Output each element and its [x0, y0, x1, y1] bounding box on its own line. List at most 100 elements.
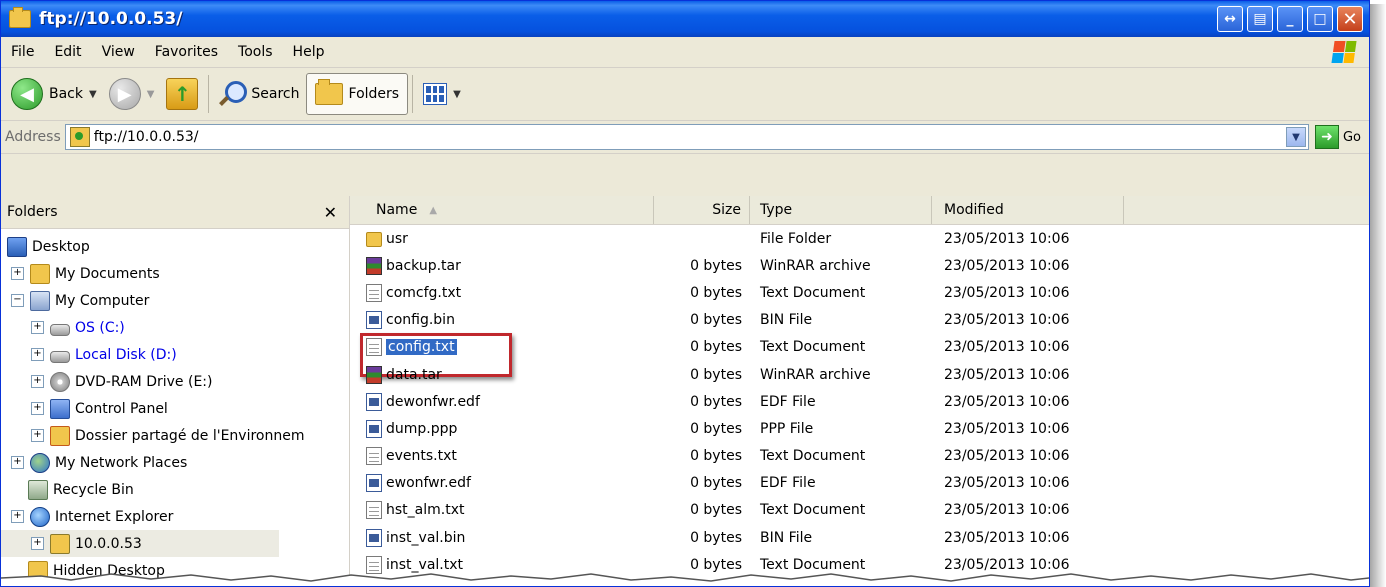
- tree-item-shared-folder[interactable]: + Dossier partagé de l'Environnem: [1, 422, 349, 449]
- file-row[interactable]: backup.tar 0 bytes WinRAR archive 23/05/201…: [350, 252, 1369, 279]
- tree-item-label: Recycle Bin: [53, 481, 134, 498]
- expand-icon[interactable]: +: [31, 321, 44, 334]
- tree-item-hidden-desktop[interactable]: Hidden Desktop: [1, 557, 349, 584]
- tree-item-label: My Network Places: [55, 454, 188, 471]
- ftp-site-icon: [50, 533, 70, 554]
- tree-item-my-computer[interactable]: − My Computer: [1, 287, 349, 314]
- column-label: Modified: [944, 202, 1004, 218]
- views-dropdown-icon[interactable]: ▼: [453, 89, 461, 100]
- menu-favorites[interactable]: Favorites: [145, 44, 228, 60]
- go-button[interactable]: ➜ Go: [1314, 125, 1361, 149]
- menu-file[interactable]: File: [1, 44, 44, 60]
- expand-icon[interactable]: +: [31, 348, 44, 361]
- file-row[interactable]: config.txt 0 bytes Text Document 23/05/2013…: [350, 333, 1369, 378]
- file-name: events.txt: [386, 448, 457, 465]
- tree-item-internet-explorer[interactable]: + Internet Explorer: [1, 503, 349, 530]
- tree-item-os-c[interactable]: + OS (C:): [1, 314, 349, 341]
- expand-icon[interactable]: +: [11, 456, 24, 469]
- bin-file-icon: [366, 528, 382, 547]
- search-button[interactable]: Search: [213, 73, 305, 115]
- go-label: Go: [1342, 129, 1361, 145]
- text-file-icon: [366, 283, 382, 302]
- toolbar-separator: [208, 75, 210, 113]
- maximize-button[interactable]: □: [1307, 6, 1333, 32]
- forward-dropdown-icon[interactable]: ▼: [147, 89, 155, 100]
- address-value: ftp://10.0.0.53/: [93, 129, 199, 145]
- address-dropdown-icon[interactable]: ▼: [1285, 127, 1306, 147]
- file-row[interactable]: config.bin 0 bytes BIN File 23/05/2013 10:0…: [350, 307, 1369, 334]
- tree-item-ftp-site[interactable]: + 10.0.0.53: [1, 530, 279, 557]
- file-name-cell: hst_alm.txt: [350, 501, 654, 520]
- file-row[interactable]: inst_val.bin 0 bytes BIN File 23/05/2013 10…: [350, 524, 1369, 551]
- menu-tools[interactable]: Tools: [228, 44, 283, 60]
- minimize-button[interactable]: _: [1277, 6, 1303, 32]
- expand-icon[interactable]: +: [31, 429, 44, 442]
- file-size: 0 bytes: [690, 284, 742, 301]
- file-row[interactable]: ewonfwr.edf 0 bytes EDF File 23/05/2013 10:…: [350, 470, 1369, 497]
- back-dropdown-icon[interactable]: ▼: [89, 89, 97, 100]
- up-folder-icon: ↑: [166, 78, 199, 110]
- expand-icon[interactable]: +: [11, 267, 24, 280]
- menu-edit[interactable]: Edit: [44, 44, 91, 60]
- tree-item-label: Local Disk (D:): [75, 346, 177, 363]
- column-header-name[interactable]: Name ▲: [350, 196, 654, 224]
- my-documents-icon: [30, 263, 50, 284]
- tree-item-dvd-ram-drive[interactable]: + DVD-RAM Drive (E:): [1, 368, 349, 395]
- folders-button[interactable]: Folders: [305, 73, 409, 115]
- tree-item-desktop[interactable]: Desktop: [1, 233, 349, 260]
- tree-item-local-disk-d[interactable]: + Local Disk (D:): [1, 341, 349, 368]
- menu-view[interactable]: View: [92, 44, 145, 60]
- file-row[interactable]: usr File Folder 23/05/2013 10:06: [350, 225, 1369, 252]
- file-size: 0 bytes: [690, 257, 742, 274]
- close-icon[interactable]: ✕: [324, 203, 337, 222]
- collapse-icon[interactable]: −: [11, 294, 24, 307]
- expand-icon[interactable]: +: [31, 537, 44, 550]
- file-modified: 23/05/2013 10:06: [944, 230, 1070, 247]
- up-button[interactable]: ↑: [160, 73, 204, 115]
- file-size: 0 bytes: [690, 475, 742, 492]
- file-name-cell: ewonfwr.edf: [350, 474, 654, 493]
- file-type: Text Document: [760, 502, 866, 519]
- menu-help[interactable]: Help: [283, 44, 335, 60]
- remote-button[interactable]: ↔: [1217, 6, 1243, 32]
- tree-item-label: OS (C:): [75, 319, 125, 336]
- title-bar[interactable]: ftp://10.0.0.53/ ↔ ▤ _ □ ✕: [1, 1, 1369, 37]
- file-row[interactable]: dewonfwr.edf 0 bytes EDF File 23/05/2013 10…: [350, 388, 1369, 415]
- column-label: Size: [712, 202, 741, 218]
- file-row[interactable]: data.tar 0 bytes WinRAR archive 23/05/2013 …: [350, 361, 1369, 388]
- file-modified: 23/05/2013 10:06: [944, 529, 1070, 546]
- address-input[interactable]: ftp://10.0.0.53/ ▼: [64, 124, 1309, 150]
- file-row[interactable]: comcfg.txt 0 bytes Text Document 23/05/2013…: [350, 279, 1369, 306]
- file-type: WinRAR archive: [760, 257, 871, 274]
- file-row[interactable]: dump.ppp 0 bytes PPP File 23/05/2013 10:06: [350, 415, 1369, 442]
- bin-file-icon: [366, 419, 382, 438]
- expand-icon[interactable]: +: [31, 402, 44, 415]
- column-header-size[interactable]: Size: [654, 196, 750, 224]
- internet-explorer-icon: [30, 506, 50, 527]
- close-button[interactable]: ✕: [1337, 6, 1363, 32]
- file-row[interactable]: inst_val.txt 0 bytes Text Document 23/05/20…: [350, 551, 1369, 578]
- expand-icon[interactable]: +: [11, 510, 24, 523]
- folders-label: Folders: [348, 86, 400, 102]
- file-size: 0 bytes: [690, 556, 742, 573]
- forward-button[interactable]: ▶ ▼: [103, 73, 161, 115]
- tree-item-control-panel[interactable]: + Control Panel: [1, 395, 349, 422]
- file-name: config.bin: [386, 312, 455, 329]
- file-row[interactable]: events.txt 0 bytes Text Document 23/05/2013…: [350, 443, 1369, 470]
- tree-item-my-network-places[interactable]: + My Network Places: [1, 449, 349, 476]
- expand-icon[interactable]: +: [31, 375, 44, 388]
- column-header-modified[interactable]: Modified: [932, 196, 1124, 224]
- explorer-window: ftp://10.0.0.53/ ↔ ▤ _ □ ✕ File Edit Vie…: [0, 0, 1370, 587]
- sort-ascending-icon: ▲: [429, 204, 438, 216]
- folders-pane-title: Folders: [7, 204, 58, 220]
- file-size: 0 bytes: [690, 502, 742, 519]
- file-row[interactable]: hst_alm.txt 0 bytes Text Document 23/05/201…: [350, 497, 1369, 524]
- tree-item-my-documents[interactable]: + My Documents: [1, 260, 349, 287]
- restore-toolbar-button[interactable]: ▤: [1247, 6, 1273, 32]
- tree-item-recycle-bin[interactable]: Recycle Bin: [1, 476, 349, 503]
- column-header-type[interactable]: Type: [750, 196, 932, 224]
- search-label: Search: [251, 86, 300, 102]
- views-button[interactable]: ▼: [417, 73, 467, 115]
- windows-logo-icon: [1331, 41, 1357, 63]
- back-button[interactable]: ◀ Back ▼: [5, 73, 103, 115]
